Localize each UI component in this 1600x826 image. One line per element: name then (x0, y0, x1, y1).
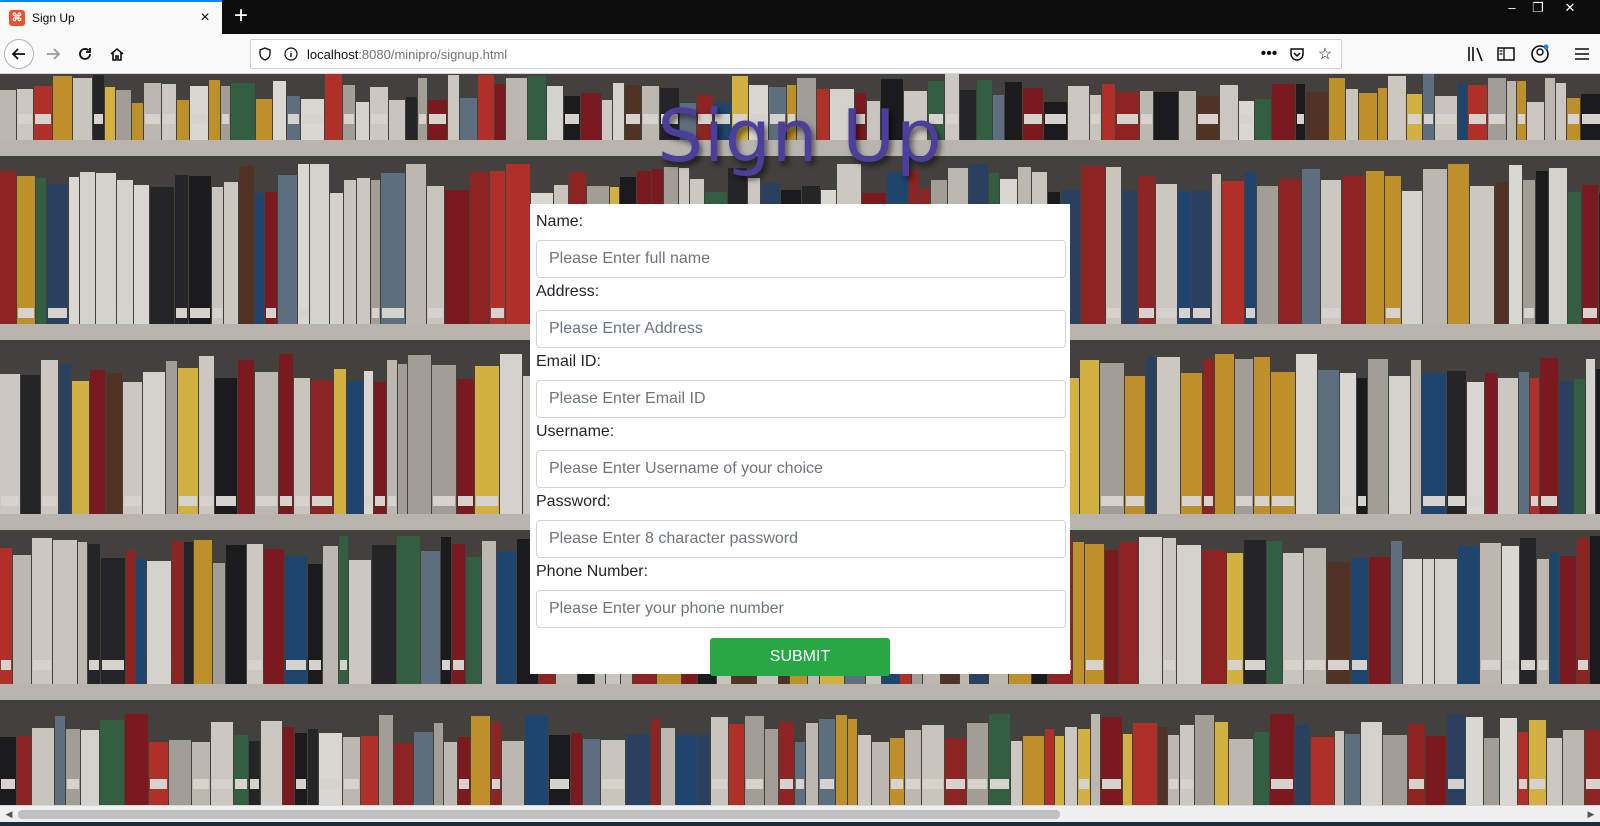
address-bar[interactable]: localhost:8080/minipro/signup.html ••• ☆ (250, 39, 1342, 69)
username-input[interactable] (536, 450, 1066, 488)
sidebar-icon[interactable] (1496, 44, 1516, 64)
home-button[interactable] (102, 39, 132, 69)
password-input[interactable] (536, 520, 1066, 558)
password-label: Password: (536, 493, 611, 510)
reload-icon (79, 48, 91, 60)
more-icon[interactable]: ••• (1259, 44, 1279, 64)
scroll-left-icon[interactable]: ◀ (2, 808, 16, 820)
scrollbar-thumb[interactable] (18, 810, 1060, 819)
address-label: Address: (536, 283, 600, 300)
browser-tab[interactable]: ⌘ Sign Up × (0, 0, 222, 34)
email-label: Email ID: (536, 353, 601, 370)
close-window-button[interactable]: ✕ (1556, 0, 1584, 18)
name-label: Name: (536, 213, 584, 230)
pocket-icon[interactable] (1287, 44, 1307, 64)
new-tab-button[interactable]: + (228, 4, 254, 30)
urlbar-actions: ••• ☆ (1259, 44, 1335, 64)
phone-input[interactable] (536, 590, 1066, 628)
phone-label: Phone Number: (536, 563, 649, 580)
os-taskbar (0, 822, 1600, 826)
url-host: localhost (307, 46, 359, 62)
tab-title: Sign Up (32, 11, 75, 25)
back-arrow-icon (11, 48, 25, 60)
page-viewport: Sign Up Name: Address: Email ID: Usernam… (0, 74, 1600, 805)
forward-arrow-icon (47, 48, 61, 60)
tab-strip: ⌘ Sign Up × + – ❐ ✕ (0, 0, 1600, 34)
back-button[interactable] (4, 39, 34, 69)
home-icon (110, 47, 124, 61)
library-icon[interactable] (1466, 44, 1486, 64)
navigation-toolbar: localhost:8080/minipro/signup.html ••• ☆ (0, 34, 1600, 74)
reload-button[interactable] (70, 39, 100, 69)
restore-button[interactable]: ❐ (1524, 0, 1552, 18)
shield-icon[interactable] (255, 44, 275, 64)
page-title: Sign Up (657, 94, 943, 178)
scroll-right-icon[interactable]: ▶ (1584, 808, 1598, 820)
tab-close-icon[interactable]: × (194, 7, 216, 29)
forward-button[interactable] (38, 39, 68, 69)
account-icon[interactable] (1530, 44, 1550, 64)
signup-form: Name: Address: Email ID: Username: Passw… (530, 204, 1070, 676)
menu-icon[interactable] (1572, 44, 1592, 64)
address-input[interactable] (536, 310, 1066, 348)
star-icon[interactable]: ☆ (1315, 44, 1335, 64)
form-fields: Name: Address: Email ID: Username: Passw… (536, 210, 1066, 628)
submit-button[interactable]: SUBMIT (710, 638, 890, 676)
url-path: :8080/minipro/signup.html (358, 46, 508, 62)
email-input[interactable] (536, 380, 1066, 418)
username-label: Username: (536, 423, 615, 440)
name-input[interactable] (536, 240, 1066, 278)
site-favicon-icon: ⌘ (9, 10, 25, 26)
minimize-button[interactable]: – (1498, 0, 1526, 18)
horizontal-scrollbar[interactable]: ◀ ▶ (0, 805, 1600, 822)
info-icon[interactable] (281, 44, 301, 64)
